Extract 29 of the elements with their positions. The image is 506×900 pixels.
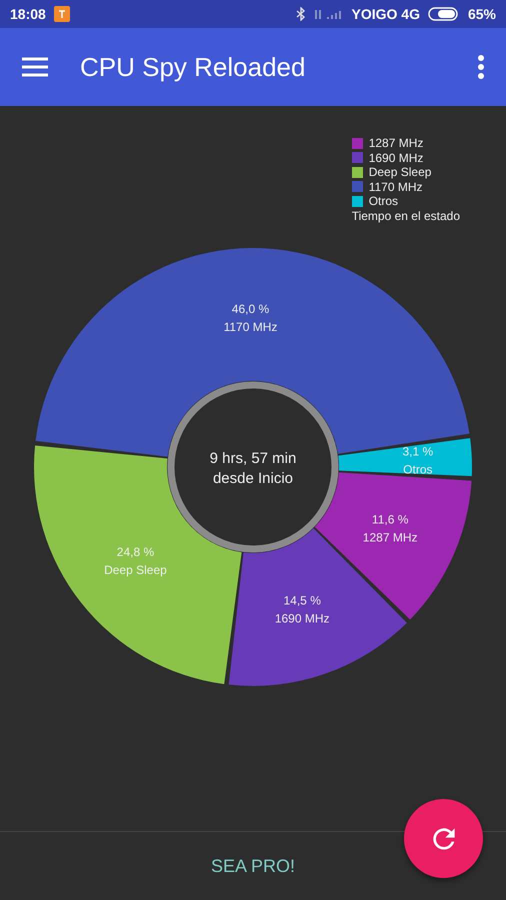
battery-percent: 65% — [468, 6, 496, 22]
carrier-label: YOIGO 4G — [352, 6, 420, 22]
slice-percent: 11,6 % — [372, 512, 408, 527]
slice-percent: 14,5 % — [284, 594, 321, 608]
center-text: desde Inicio — [212, 470, 294, 487]
app-title: CPU Spy Reloaded — [80, 52, 306, 82]
legend-label: 1690 MHz — [368, 150, 424, 165]
more-options-icon[interactable] — [478, 55, 484, 79]
legend-title: Tiempo en el estado — [352, 208, 460, 223]
legend-label: 1170 MHz — [368, 180, 423, 194]
menu-icon[interactable] — [22, 57, 48, 77]
bluetooth-icon — [296, 7, 306, 21]
legend-label: 1287 MHz — [368, 136, 424, 150]
battery-icon — [428, 7, 460, 21]
clock: 18:08 — [10, 6, 46, 22]
legend-label: Otros — [368, 194, 398, 208]
slice-percent: 3,1 % — [402, 444, 434, 459]
notification-icon — [54, 6, 70, 22]
slice-label: Deep Sleep — [104, 563, 167, 578]
slice-label: 1170 MHz — [224, 320, 278, 334]
legend-label: Deep Sleep — [368, 165, 432, 180]
center-text: 9 hrs, 57 min — [210, 450, 296, 467]
slice-percent: 46,0 % — [232, 302, 270, 316]
slice-label: Otros — [403, 462, 432, 477]
signal-icon — [314, 8, 344, 20]
slice-percent: 24,8 % — [116, 545, 154, 560]
slice-label: 1287 MHz — [362, 530, 418, 545]
go-pro-button[interactable]: SEA PRO! — [200, 850, 306, 882]
slice-label: 1690 MHz — [274, 612, 330, 626]
